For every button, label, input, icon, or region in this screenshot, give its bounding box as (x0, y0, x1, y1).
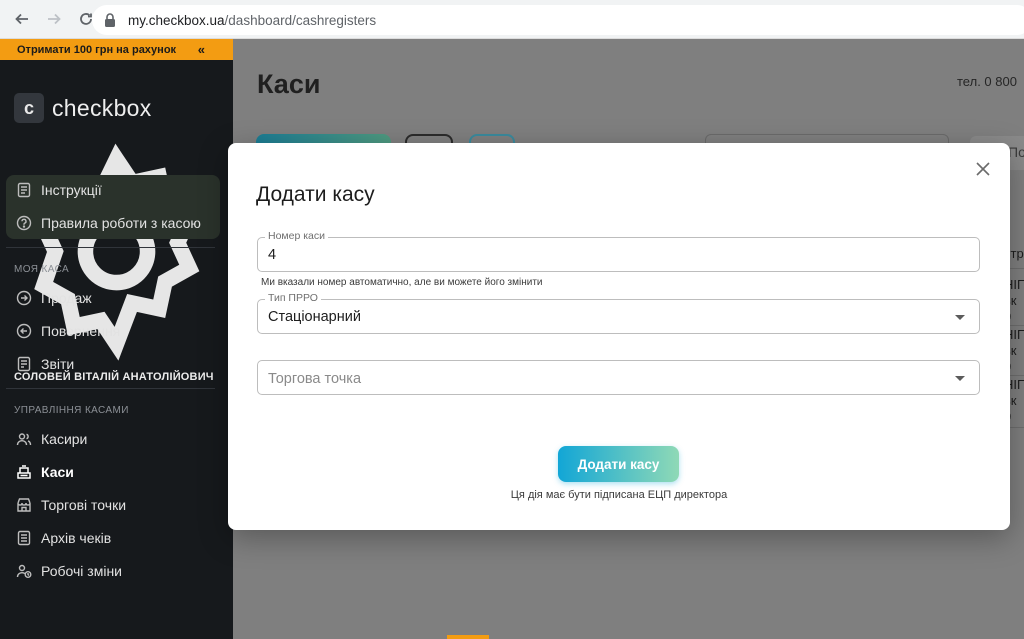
promo-banner[interactable]: Отримати 100 грн на рахунок « (0, 39, 233, 60)
sidebar-item-label: Каси (41, 464, 74, 480)
forward-arrow-icon[interactable] (40, 5, 68, 33)
support-phone[interactable]: тел. 0 800 (957, 74, 1017, 89)
sidebar-item-label: Інструкції (41, 182, 102, 198)
sidebar-item-reports[interactable]: Звіти (16, 356, 74, 372)
sidebar-item-receipt-archive[interactable]: Архів чеків (16, 530, 111, 546)
field-value[interactable]: 4 (268, 247, 276, 263)
person-clock-icon (16, 564, 32, 578)
sidebar-item-rules[interactable]: Правила роботи з касою (16, 215, 201, 231)
help-circle-icon (16, 215, 32, 231)
sidebar-item-returns[interactable]: Повернення (16, 323, 120, 339)
dialog-title: Додати касу (256, 183, 375, 206)
sidebar-item-registers[interactable]: Каси (16, 464, 74, 480)
arrow-left-circle-icon (16, 323, 32, 339)
caret-down-icon[interactable] (955, 315, 965, 320)
sidebar-item-label: Касири (41, 431, 88, 447)
sidebar-item-label: Продаж (41, 290, 92, 306)
sidebar-item-shifts[interactable]: Робочі зміни (16, 563, 122, 579)
document-icon (17, 182, 31, 198)
field-value: Стаціонарний (268, 309, 361, 325)
field-label: Тип ПРРО (265, 292, 321, 304)
point-of-sale-select[interactable]: Торгова точка (257, 360, 980, 395)
caret-down-icon[interactable] (955, 376, 965, 381)
divider (6, 247, 215, 248)
collapse-sidebar-icon[interactable]: « (198, 42, 205, 57)
sidebar-item-sale[interactable]: Продаж (16, 290, 92, 306)
sidebar-item-label: Звіти (41, 356, 75, 372)
section-title-my-cash: МОЯ КАСА (14, 264, 70, 275)
sidebar-item-label: Торгові точки (41, 497, 127, 513)
url-path: /dashboard/cashregisters (224, 12, 377, 28)
url-host: my.checkbox.ua (128, 12, 225, 28)
browser-toolbar: my.checkbox.ua/dashboard/cashregisters (0, 0, 1024, 39)
prro-type-select[interactable]: Тип ПРРО Стаціонарний (257, 292, 980, 334)
register-number-field[interactable]: Номер каси 4 (257, 230, 980, 272)
sidebar-item-cashiers[interactable]: Касири (16, 431, 87, 447)
field-label: Номер каси (265, 230, 329, 242)
arrow-right-circle-icon (16, 290, 32, 306)
archive-icon (17, 530, 31, 546)
close-icon[interactable] (972, 158, 994, 180)
back-arrow-icon[interactable] (8, 5, 36, 33)
sidebar: Отримати 100 грн на рахунок « c checkbox… (0, 39, 233, 639)
sidebar-item-label: Правила роботи з касою (41, 215, 201, 231)
store-icon (17, 498, 31, 512)
sidebar-item-instructions[interactable]: Інструкції (16, 182, 102, 198)
cash-register-icon (17, 465, 31, 479)
add-register-button[interactable]: Додати касу (558, 446, 679, 482)
field-placeholder: Торгова точка (268, 371, 362, 387)
add-register-dialog: Додати касу Номер каси 4 Ми вказали номе… (228, 143, 1010, 530)
sidebar-item-points-of-sale[interactable]: Торгові точки (16, 497, 126, 513)
bottom-accent (447, 635, 489, 639)
lock-icon (105, 13, 115, 27)
address-bar[interactable]: my.checkbox.ua/dashboard/cashregisters (92, 5, 1024, 35)
signature-note: Ця дія має бути підписана ЕЦП директора (510, 489, 728, 501)
brand-name: checkbox (52, 94, 152, 121)
field-helper-text: Ми вказали номер автоматично, але ви мож… (261, 277, 543, 288)
sidebar-item-label: Повернення (41, 323, 121, 339)
sidebar-item-label: Робочі зміни (41, 563, 123, 579)
user-name[interactable]: СОЛОВЕЙ ВІТАЛІЙ АНАТОЛІЙОВИЧ (0, 371, 233, 383)
promo-text: Отримати 100 грн на рахунок (17, 43, 177, 56)
divider (6, 388, 215, 389)
sidebar-item-label: Архів чеків (41, 530, 112, 546)
users-icon (16, 433, 32, 446)
page-title: Каси (257, 69, 321, 99)
report-icon (17, 356, 31, 372)
checkbox-logo-icon: c (14, 93, 44, 123)
brand[interactable]: c checkbox (0, 60, 233, 135)
section-title-management: УПРАВЛІННЯ КАСАМИ (14, 405, 129, 416)
